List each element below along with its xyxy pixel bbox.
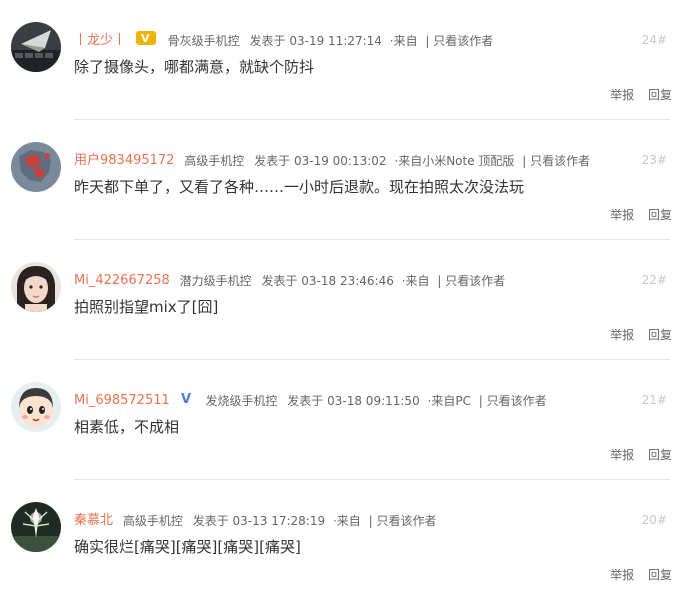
report-button[interactable]: 举报 — [610, 328, 634, 342]
user-level: 高级手机控 — [122, 513, 183, 528]
comment-content: 昨天都下单了，又看了各种……一小时后退款。现在拍照太次没法玩 — [74, 178, 525, 196]
only-author-link[interactable]: | 只看该作者 — [369, 512, 437, 530]
svg-text:V: V — [181, 392, 191, 405]
avatar[interactable] — [11, 22, 61, 72]
username[interactable]: 用户983495172 — [74, 152, 174, 170]
floor-number: 20# — [641, 513, 667, 527]
avatar[interactable] — [11, 382, 61, 432]
comment-actions: 举报 回复 — [600, 326, 672, 344]
comment-meta: 秦慕北 高级手机控 发表于 03-13 17:28:19 ·来自 | 只看该作者 — [74, 511, 670, 529]
reply-button[interactable]: 回复 — [648, 208, 672, 222]
comment-item: 秦慕北 高级手机控 发表于 03-13 17:28:19 ·来自 | 只看该作者… — [0, 480, 684, 600]
comment-content: 拍照别指望mix了[囧] — [74, 298, 219, 316]
post-source: ·来自PC — [427, 393, 471, 408]
post-source: ·来自 — [332, 513, 361, 528]
comment-actions: 举报 回复 — [600, 446, 672, 464]
username[interactable]: 秦慕北 — [74, 512, 113, 530]
comment-actions: 举报 回复 — [600, 86, 672, 104]
posted-label: 发表于 — [192, 513, 229, 528]
reply-button[interactable]: 回复 — [648, 448, 672, 462]
report-button[interactable]: 举报 — [610, 448, 634, 462]
report-button[interactable]: 举报 — [610, 568, 634, 582]
only-author-link[interactable]: | 只看该作者 — [425, 32, 493, 50]
avatar[interactable] — [11, 262, 61, 312]
floor-number: 24# — [641, 33, 667, 47]
floor-number: 23# — [641, 153, 667, 167]
post-source: ·来自 — [389, 33, 418, 48]
comment-meta: Mi_422667258 潜力级手机控 发表于 03-18 23:46:46 ·… — [74, 271, 670, 289]
post-time: 03-13 17:28:19 — [232, 513, 326, 528]
floor-number: 22# — [641, 273, 667, 287]
comment-item: Mi_698572511 V 发烧级手机控 发表于 03-18 09:11:50… — [0, 360, 684, 480]
post-time: 03-19 11:27:14 — [289, 33, 382, 48]
comment-content: 确实很烂[痛哭][痛哭][痛哭][痛哭] — [74, 538, 301, 556]
user-level: 骨灰级手机控 — [167, 33, 240, 48]
only-author-link[interactable]: | 只看该作者 — [437, 272, 505, 290]
comment-content: 除了摄像头，哪都满意，就缺个防抖 — [74, 58, 315, 76]
avatar[interactable] — [11, 142, 61, 192]
avatar[interactable] — [11, 502, 61, 552]
user-level: 发烧级手机控 — [205, 393, 278, 408]
post-source: ·来自 — [401, 273, 430, 288]
comment-actions: 举报 回复 — [600, 566, 672, 584]
username[interactable]: Mi_422667258 — [74, 272, 170, 290]
posted-label: 发表于 — [249, 33, 286, 48]
post-time: 03-19 00:13:02 — [293, 153, 387, 168]
report-button[interactable]: 举报 — [610, 208, 634, 222]
only-author-link[interactable]: | 只看该作者 — [522, 152, 590, 170]
comment-item: Mi_422667258 潜力级手机控 发表于 03-18 23:46:46 ·… — [0, 240, 684, 360]
report-button[interactable]: 举报 — [610, 88, 634, 102]
reply-button[interactable]: 回复 — [648, 568, 672, 582]
comment-content: 相素低，不成相 — [74, 418, 180, 436]
post-source: ·来自小米Note 顶配版 — [394, 153, 515, 168]
svg-text:V: V — [141, 32, 150, 45]
comment-meta: 用户983495172 高级手机控 发表于 03-19 00:13:02 ·来自… — [74, 151, 670, 169]
posted-label: 发表于 — [254, 153, 291, 168]
comment-actions: 举报 回复 — [600, 206, 672, 224]
posted-label: 发表于 — [261, 273, 298, 288]
reply-button[interactable]: 回复 — [648, 88, 672, 102]
comment-list: 丨龙少丨 V 骨灰级手机控 发表于 03-19 11:27:14 ·来自 | 只… — [0, 0, 684, 600]
comment-meta: Mi_698572511 V 发烧级手机控 发表于 03-18 09:11:50… — [74, 391, 670, 409]
comment-meta: 丨龙少丨 V 骨灰级手机控 发表于 03-19 11:27:14 ·来自 | 只… — [74, 31, 670, 49]
reply-button[interactable]: 回复 — [648, 328, 672, 342]
user-level: 潜力级手机控 — [179, 273, 252, 288]
comment-item: 丨龙少丨 V 骨灰级手机控 发表于 03-19 11:27:14 ·来自 | 只… — [0, 0, 684, 120]
verified-badge-icon: V — [180, 391, 194, 410]
floor-number: 21# — [641, 393, 667, 407]
post-time: 03-18 23:46:46 — [301, 273, 394, 288]
username[interactable]: Mi_698572511 — [74, 392, 170, 410]
post-time: 03-18 09:11:50 — [327, 393, 420, 408]
vip-badge-icon: V — [135, 31, 156, 50]
comment-item: 用户983495172 高级手机控 发表于 03-19 00:13:02 ·来自… — [0, 120, 684, 240]
username[interactable]: 丨龙少丨 — [74, 32, 126, 50]
only-author-link[interactable]: | 只看该作者 — [479, 392, 547, 410]
posted-label: 发表于 — [287, 393, 324, 408]
user-level: 高级手机控 — [184, 153, 245, 168]
